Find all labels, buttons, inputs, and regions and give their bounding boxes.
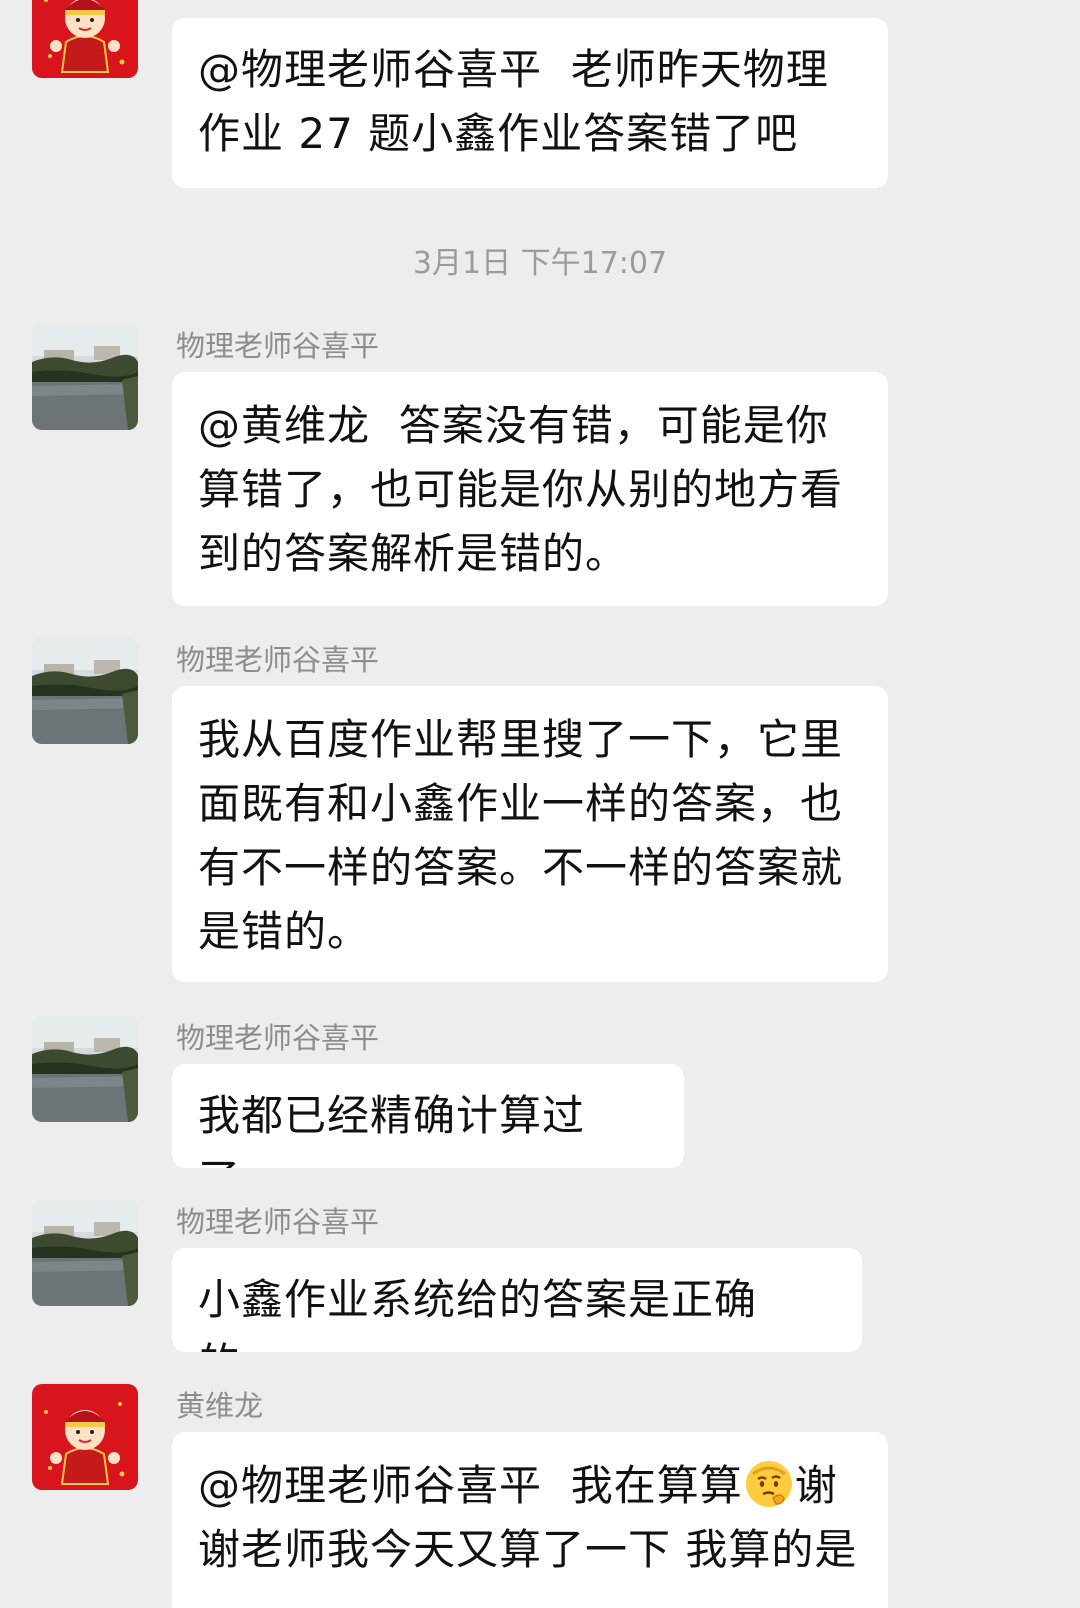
message-text-before-emoji: @物理老师谷喜平 我在算算 [198, 1461, 743, 1510]
lake-photo-avatar-icon[interactable] [32, 1016, 138, 1122]
sender-name: 物理老师谷喜平 [176, 1205, 380, 1239]
message-bubble[interactable]: 我都已经精确计算过了。 [172, 1064, 684, 1168]
message-bubble[interactable]: 小鑫作业系统给的答案是正确的。 [172, 1248, 862, 1352]
chat-timestamp: 3月1日 下午17:07 [412, 246, 668, 281]
message-bubble[interactable]: @物理老师谷喜平 老师昨天物理作业 27 题小鑫作业答案错了吧 [172, 18, 888, 188]
sender-name: 黄维龙 [176, 1389, 264, 1423]
message-bubble[interactable]: @黄维龙 答案没有错，可能是你算错了，也可能是你从别的地方看到的答案解析是错的。 [172, 372, 888, 606]
message-bubble[interactable]: @物理老师谷喜平 我在算算 谢谢老师我今天又算了一下 我算的是 [172, 1432, 888, 1608]
message-text: @物理老师谷喜平 我在算算 谢谢老师我今天又算了一下 我算的是 [198, 1454, 862, 1582]
message-text: 我都已经精确计算过了。 [198, 1091, 586, 1168]
message-bubble[interactable]: 我从百度作业帮里搜了一下，它里面既有和小鑫作业一样的答案，也有不一样的答案。不一… [172, 686, 888, 982]
boy-red-avatar-icon[interactable] [32, 1384, 138, 1490]
sender-name: 物理老师谷喜平 [176, 329, 380, 363]
message-text: @黄维龙 答案没有错，可能是你算错了，也可能是你从别的地方看到的答案解析是错的。 [198, 401, 844, 578]
thinking-face-emoji-icon [743, 1458, 795, 1510]
message-text: 我从百度作业帮里搜了一下，它里面既有和小鑫作业一样的答案，也有不一样的答案。不一… [198, 715, 844, 956]
lake-photo-avatar-icon[interactable] [32, 1200, 138, 1306]
sender-name: 物理老师谷喜平 [176, 643, 380, 677]
lake-photo-avatar-icon[interactable] [32, 324, 138, 430]
message-text: 小鑫作业系统给的答案是正确的。 [198, 1275, 758, 1352]
lake-photo-avatar-icon[interactable] [32, 638, 138, 744]
chat-message-list[interactable]: @物理老师谷喜平 老师昨天物理作业 27 题小鑫作业答案错了吧 3月1日 下午1… [0, 0, 1080, 1608]
boy-red-avatar-icon[interactable] [32, 0, 138, 78]
message-text: @物理老师谷喜平 老师昨天物理作业 27 题小鑫作业答案错了吧 [198, 45, 829, 158]
sender-name: 物理老师谷喜平 [176, 1021, 380, 1055]
